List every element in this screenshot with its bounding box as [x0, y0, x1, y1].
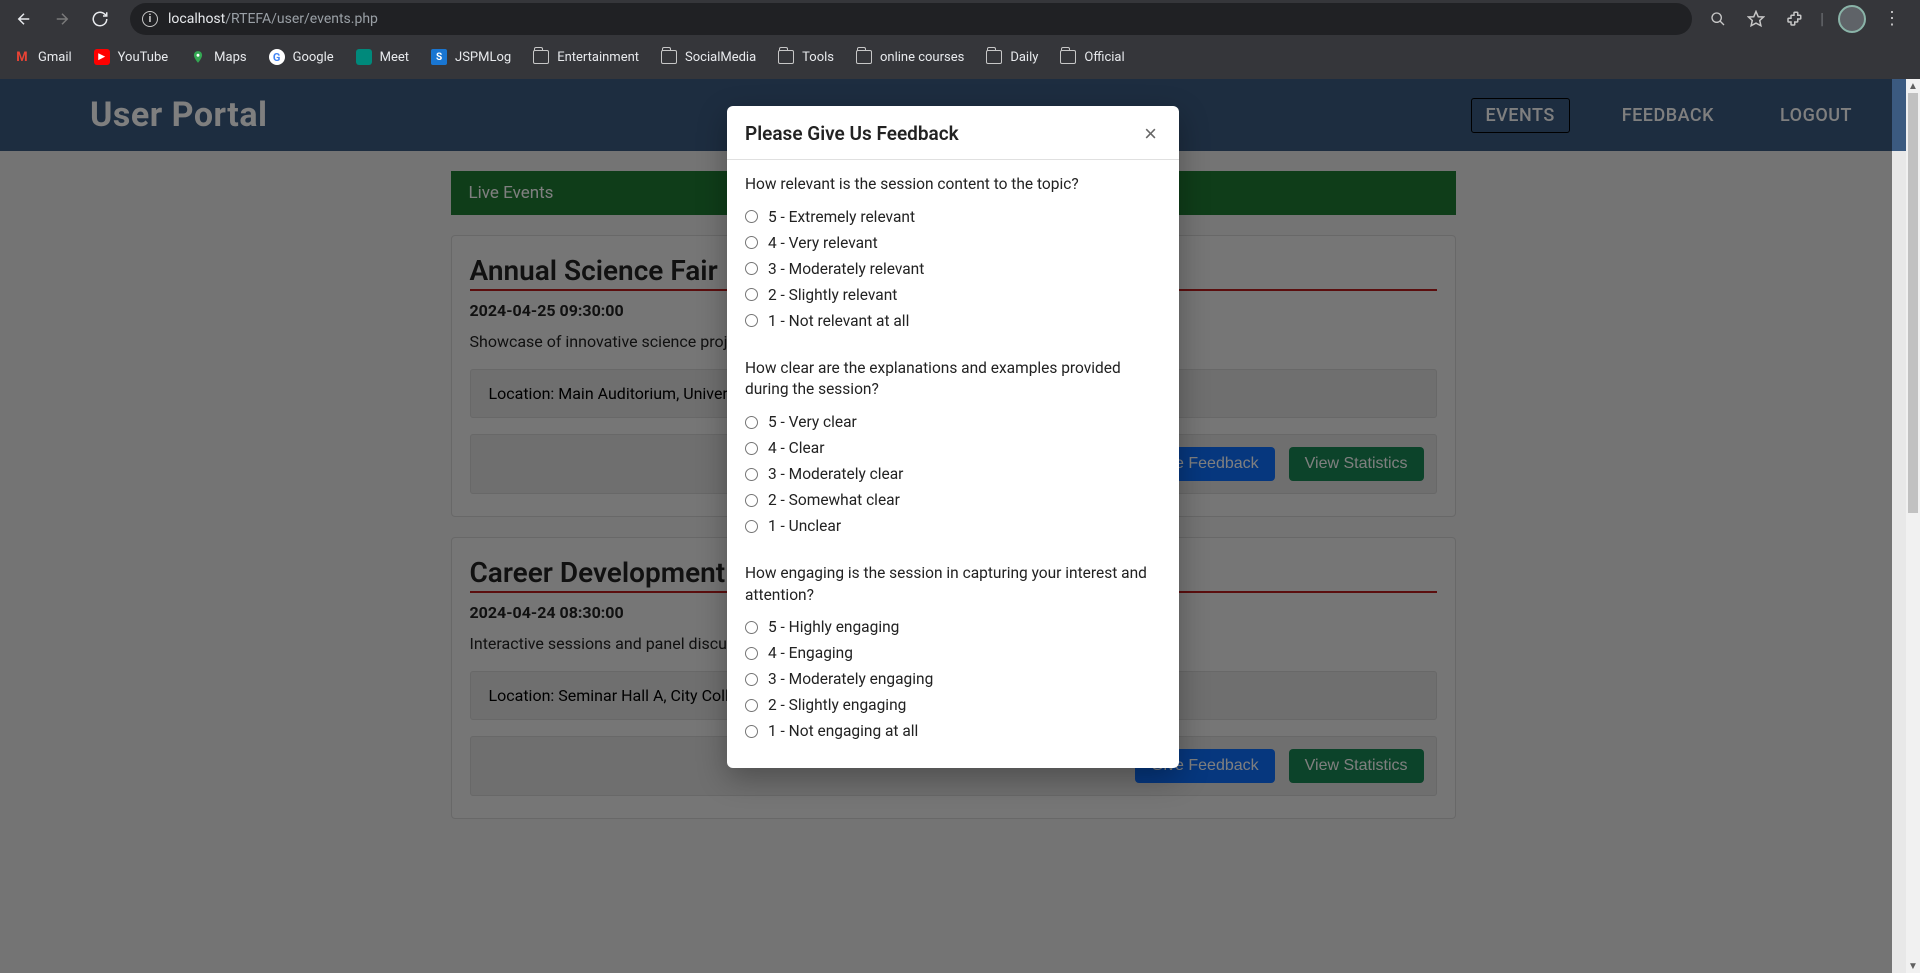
radio-option[interactable]: 4 - Very relevant: [745, 234, 1161, 252]
radio-option[interactable]: 4 - Engaging: [745, 644, 1161, 662]
radio-option[interactable]: 3 - Moderately engaging: [745, 670, 1161, 688]
radio-option[interactable]: 5 - Very clear: [745, 413, 1161, 431]
bookmark-socialmedia[interactable]: SocialMedia: [661, 50, 756, 65]
radio-option[interactable]: 2 - Slightly engaging: [745, 696, 1161, 714]
question-group: How clear are the explanations and examp…: [745, 358, 1161, 535]
extensions-icon[interactable]: [1782, 7, 1806, 31]
site-info-icon[interactable]: i: [142, 11, 158, 27]
folder-icon: [533, 50, 549, 64]
bookmark-maps[interactable]: Maps: [190, 49, 246, 65]
radio-input[interactable]: [745, 416, 758, 429]
radio-input[interactable]: [745, 468, 758, 481]
bookmark-youtube[interactable]: ▶ YouTube: [94, 49, 169, 65]
forward-button[interactable]: [46, 3, 78, 35]
radio-option[interactable]: 1 - Not relevant at all: [745, 312, 1161, 330]
feedback-modal: Please Give Us Feedback × How relevant i…: [727, 106, 1179, 768]
radio-option[interactable]: 1 - Unclear: [745, 517, 1161, 535]
browser-chrome: i localhost/RTEFA/user/events.php | ⋮ M …: [0, 0, 1920, 79]
radio-option[interactable]: 1 - Not engaging at all: [745, 722, 1161, 740]
zoom-icon[interactable]: [1706, 7, 1730, 31]
radio-option[interactable]: 4 - Clear: [745, 439, 1161, 457]
bookmark-jspmlog[interactable]: S JSPMLog: [431, 49, 511, 65]
radio-option[interactable]: 5 - Extremely relevant: [745, 208, 1161, 226]
radio-input[interactable]: [745, 647, 758, 660]
question-group: How relevant is the session content to t…: [745, 174, 1161, 330]
radio-input[interactable]: [745, 725, 758, 738]
bookmark-daily[interactable]: Daily: [986, 50, 1038, 65]
bookmark-entertainment[interactable]: Entertainment: [533, 50, 639, 65]
bookmark-official[interactable]: Official: [1060, 50, 1124, 65]
arrow-left-icon: [15, 10, 33, 28]
scrollbar[interactable]: ▲ ▼: [1906, 79, 1920, 973]
bookmark-gmail[interactable]: M Gmail: [14, 49, 72, 65]
bookmark-tools[interactable]: Tools: [778, 50, 834, 65]
meet-icon: [356, 49, 372, 65]
modal-body: How relevant is the session content to t…: [727, 160, 1179, 768]
folder-icon: [661, 50, 677, 64]
modal-close-button[interactable]: ×: [1140, 123, 1161, 145]
scroll-up-icon[interactable]: ▲: [1906, 79, 1920, 93]
radio-option[interactable]: 3 - Moderately clear: [745, 465, 1161, 483]
radio-input[interactable]: [745, 314, 758, 327]
url-text: localhost/RTEFA/user/events.php: [168, 11, 378, 27]
scroll-down-icon[interactable]: ▼: [1906, 959, 1920, 973]
bookmark-google[interactable]: G Google: [269, 49, 334, 65]
back-button[interactable]: [8, 3, 40, 35]
reload-button[interactable]: [84, 3, 116, 35]
page-content: User Portal EVENTS FEEDBACK LOGOUT Live …: [0, 79, 1906, 973]
radio-input[interactable]: [745, 236, 758, 249]
gmail-icon: M: [14, 49, 30, 65]
bookmark-online-courses[interactable]: online courses: [856, 50, 964, 65]
bookmark-meet[interactable]: Meet: [356, 49, 409, 65]
kebab-menu-icon[interactable]: ⋮: [1880, 7, 1904, 31]
radio-option[interactable]: 2 - Somewhat clear: [745, 491, 1161, 509]
bookmarks-bar: M Gmail ▶ YouTube Maps G Google Meet S J…: [0, 37, 1920, 77]
radio-option[interactable]: 2 - Slightly relevant: [745, 286, 1161, 304]
radio-input[interactable]: [745, 210, 758, 223]
close-icon: ×: [1144, 121, 1157, 146]
jspmlog-icon: S: [431, 49, 447, 65]
folder-icon: [856, 50, 872, 64]
radio-input[interactable]: [745, 494, 758, 507]
radio-option[interactable]: 3 - Moderately relevant: [745, 260, 1161, 278]
radio-input[interactable]: [745, 673, 758, 686]
scrollbar-thumb[interactable]: [1908, 93, 1918, 513]
question-text: How relevant is the session content to t…: [745, 174, 1161, 196]
radio-input[interactable]: [745, 621, 758, 634]
question-text: How engaging is the session in capturing…: [745, 563, 1161, 606]
folder-icon: [1060, 50, 1076, 64]
radio-input[interactable]: [745, 699, 758, 712]
radio-input[interactable]: [745, 520, 758, 533]
toolbar-right: | ⋮: [1706, 5, 1912, 33]
modal-header: Please Give Us Feedback ×: [727, 106, 1179, 160]
browser-toolbar: i localhost/RTEFA/user/events.php | ⋮: [0, 0, 1920, 37]
page-viewport: User Portal EVENTS FEEDBACK LOGOUT Live …: [0, 79, 1920, 973]
reload-icon: [91, 10, 109, 28]
folder-icon: [986, 50, 1002, 64]
modal-title: Please Give Us Feedback: [745, 122, 959, 145]
maps-icon: [190, 49, 206, 65]
question-group: How engaging is the session in capturing…: [745, 563, 1161, 740]
radio-input[interactable]: [745, 288, 758, 301]
youtube-icon: ▶: [94, 49, 110, 65]
profile-avatar[interactable]: [1838, 5, 1866, 33]
google-icon: G: [269, 49, 285, 65]
question-text: How clear are the explanations and examp…: [745, 358, 1161, 401]
arrow-right-icon: [53, 10, 71, 28]
radio-option[interactable]: 5 - Highly engaging: [745, 618, 1161, 636]
radio-input[interactable]: [745, 442, 758, 455]
bookmark-star-icon[interactable]: [1744, 7, 1768, 31]
radio-input[interactable]: [745, 262, 758, 275]
folder-icon: [778, 50, 794, 64]
address-bar[interactable]: i localhost/RTEFA/user/events.php: [130, 3, 1692, 35]
